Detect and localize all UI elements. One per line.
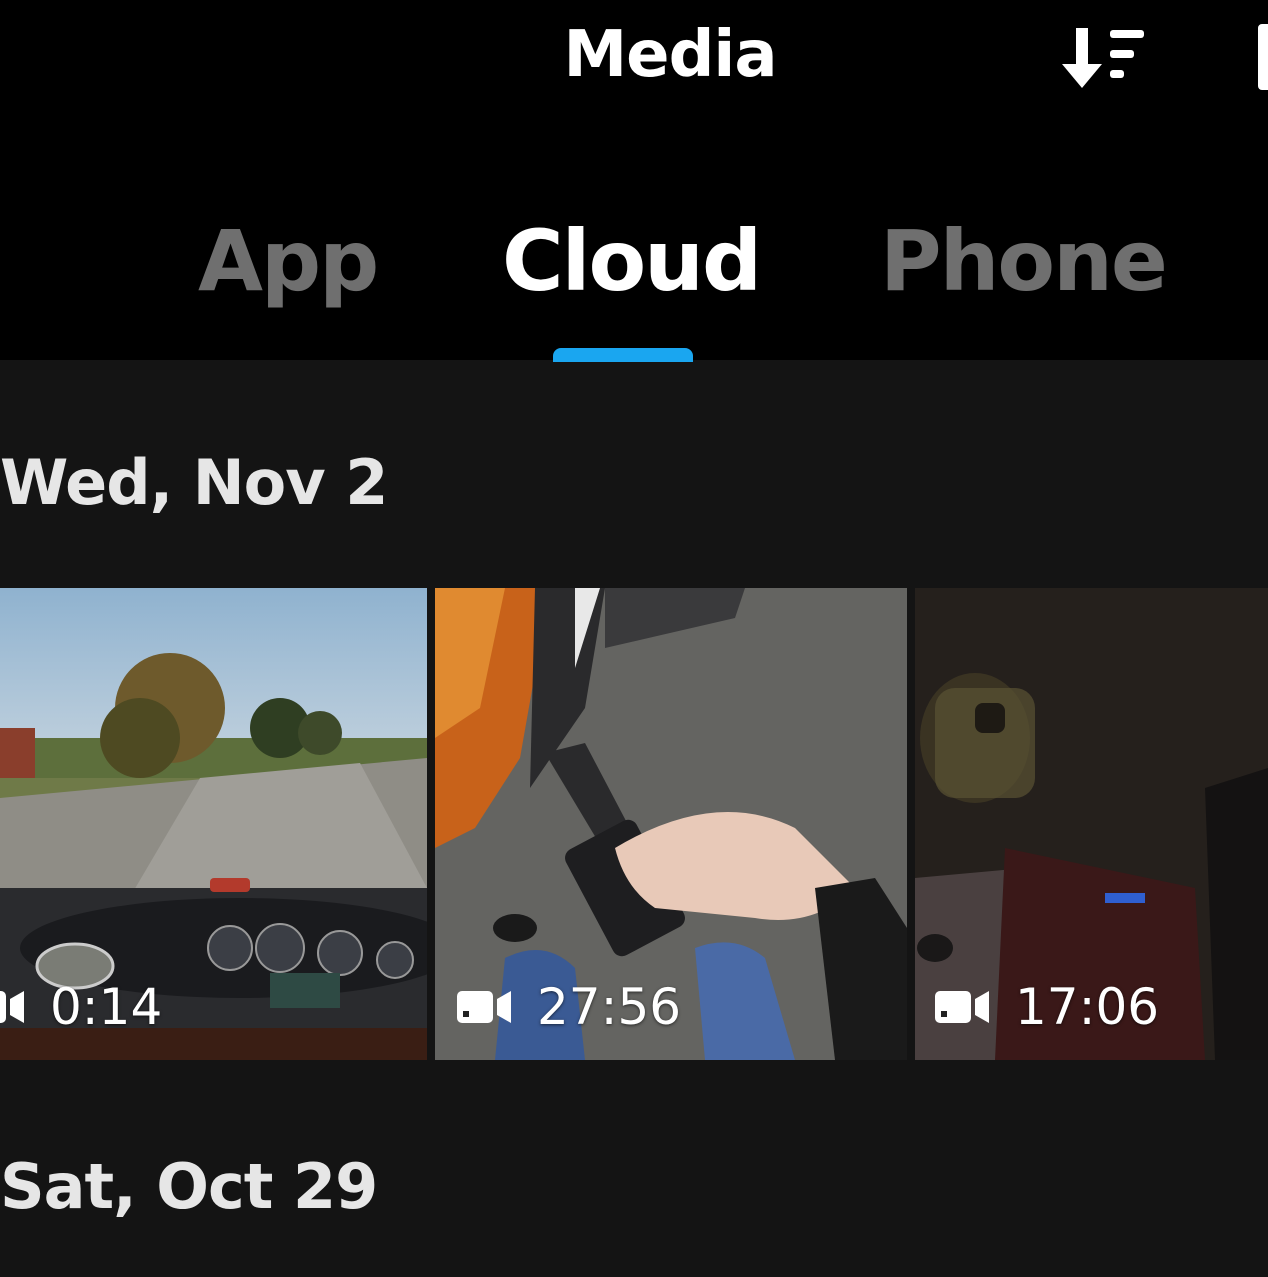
tab-cloud[interactable]: Cloud [502,212,762,310]
video-camera-icon [457,991,511,1023]
tab-app[interactable]: App [198,212,379,310]
media-thumbnail[interactable]: 0:14 [0,588,427,1060]
media-thumbnail[interactable]: 17:06 [915,588,1268,1060]
media-thumbnail[interactable]: 27:56 [435,588,907,1060]
video-duration: 0:14 [50,978,163,1036]
section-date: Wed, Nov 2 [0,446,388,519]
tab-phone[interactable]: Phone [880,212,1168,310]
media-badge: 17:06 [935,978,1159,1036]
video-camera-icon [935,991,989,1023]
top-bar: Media App Cloud Phone [0,0,1268,362]
active-tab-indicator [553,348,693,362]
sort-descending-icon[interactable] [1060,26,1146,90]
media-badge: 27:56 [457,978,681,1036]
select-icon[interactable] [1258,24,1268,90]
section-date: Sat, Oct 29 [0,1150,378,1223]
video-camera-icon [0,991,24,1023]
video-duration: 27:56 [537,978,682,1036]
video-duration: 17:06 [1015,978,1160,1036]
media-badge: 0:14 [0,978,162,1036]
